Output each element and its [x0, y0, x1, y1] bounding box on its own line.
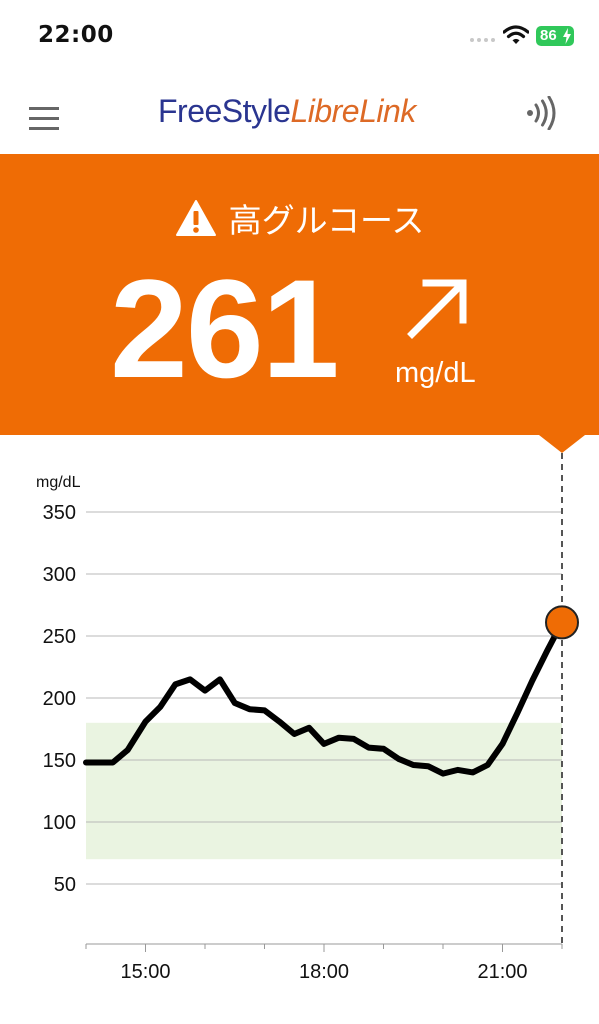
logo-secondary: LibreLink: [290, 93, 416, 129]
arrow-up-right-icon: [407, 279, 467, 339]
signal-dots-icon: [470, 38, 495, 42]
y-tick-label: 50: [54, 874, 76, 896]
status-bar: 22:00 86: [0, 0, 599, 70]
status-time: 22:00: [38, 22, 114, 48]
x-tick-label: 21:00: [477, 961, 527, 983]
battery-level: 86: [540, 27, 557, 44]
y-axis-unit-label: mg/dL: [36, 474, 81, 491]
x-tick-label: 18:00: [299, 961, 349, 983]
y-tick-label: 350: [43, 502, 76, 524]
x-tick-label: 15:00: [120, 961, 170, 983]
current-pointer-marker: [539, 435, 585, 453]
app-header: FreeStyleLibreLink: [0, 70, 599, 154]
battery-indicator: 86: [536, 26, 574, 46]
battery-charging-icon: [563, 28, 571, 44]
glucose-chart[interactable]: 50 100 150 200 250 300 350 15:00 18:00 21:00 mg/…: [0, 453, 599, 1024]
alert-label: 高グルコース: [228, 201, 425, 240]
high-glucose-alert: 高グルコース: [0, 194, 599, 242]
y-tick-label: 300: [43, 564, 76, 586]
glucose-reading-panel: 高グルコース 261 mg/dL: [0, 154, 599, 435]
wifi-icon: [503, 25, 529, 44]
y-tick-label: 100: [43, 812, 76, 834]
y-tick-label: 150: [43, 750, 76, 772]
glucose-value: 261: [110, 250, 340, 407]
y-tick-label: 250: [43, 626, 76, 648]
nfc-scan-icon[interactable]: [524, 96, 560, 130]
current-glucose-point: [545, 605, 579, 640]
unit-label: mg/dL: [395, 357, 476, 389]
chart-canvas: 50 100 150 200 250 300 350 15:00 18:00 21:00 mg/…: [36, 453, 579, 983]
warning-icon: [175, 200, 216, 236]
hamburger-menu-icon[interactable]: [29, 107, 59, 131]
logo-primary: FreeStyle: [158, 93, 291, 129]
y-tick-label: 200: [43, 688, 76, 710]
app-logo: FreeStyleLibreLink: [158, 92, 416, 130]
